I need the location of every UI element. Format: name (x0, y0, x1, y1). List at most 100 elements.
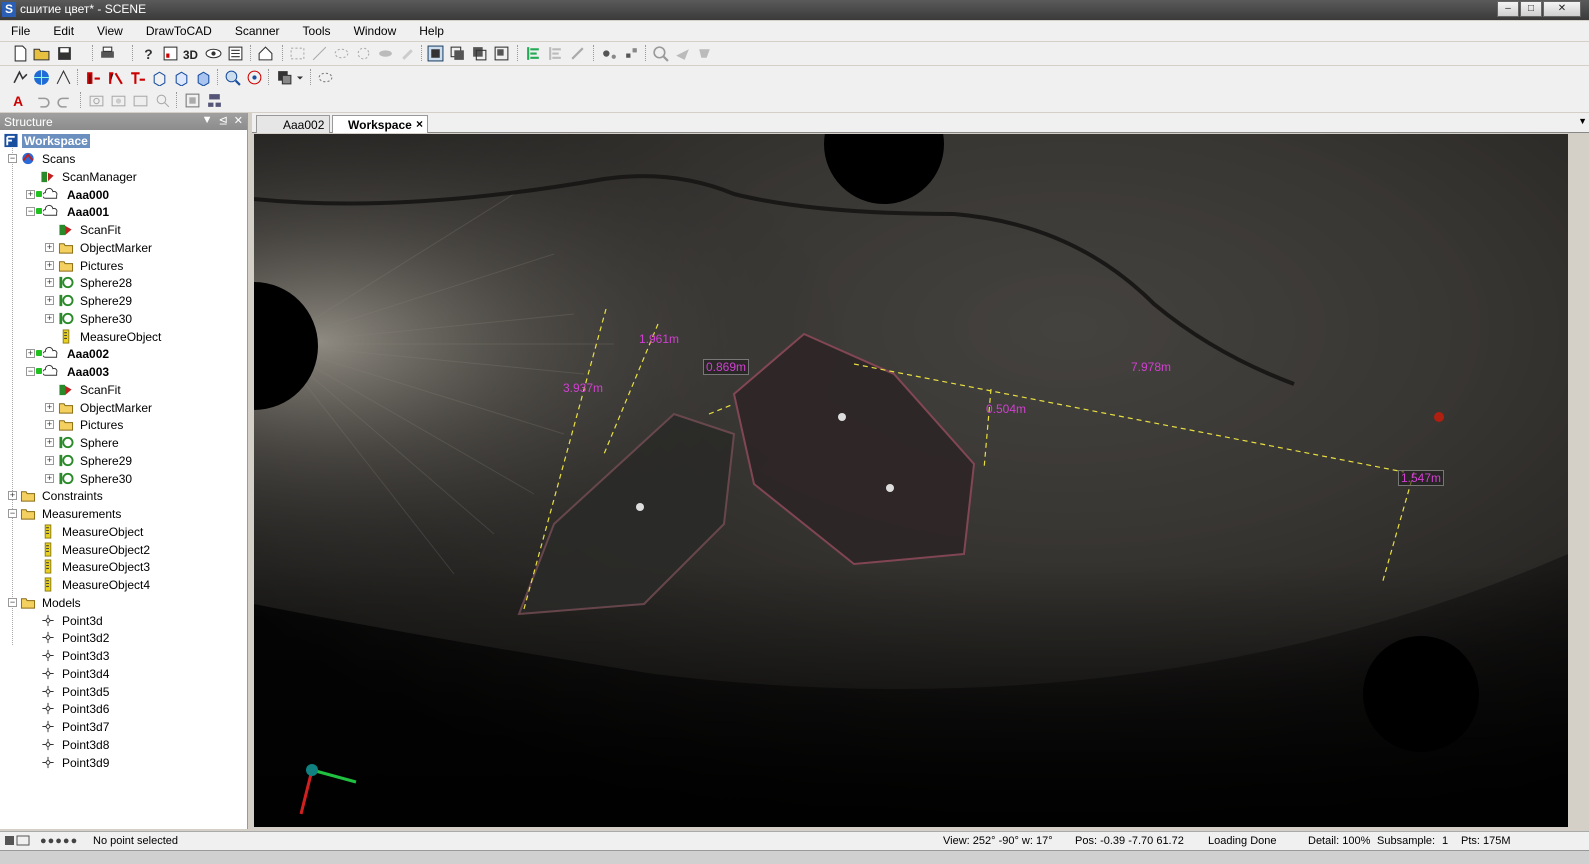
tree-root-workspace[interactable]: Workspace (0, 132, 248, 150)
tree-item-scans[interactable]: − Scans (0, 150, 248, 168)
globe-icon[interactable] (33, 69, 50, 86)
tree-item-point3d4[interactable]: Point3d4 (0, 665, 248, 683)
view-single-icon[interactable] (427, 45, 444, 62)
tree-item-measurements[interactable]: − Measurements (0, 505, 248, 523)
view-tile-icon[interactable] (493, 45, 510, 62)
view-overlap-icon[interactable] (449, 45, 466, 62)
menu-help[interactable]: Help (408, 21, 456, 41)
expand-icon[interactable]: + (45, 402, 54, 412)
tree-item-point3d9[interactable]: Point3d9 (0, 754, 248, 772)
3d-viewport[interactable]: 1.961m 3.937m 0.869m 7.978m 0.504m 1.547… (254, 134, 1568, 827)
collapse-icon[interactable]: − (26, 367, 35, 376)
tree-item-measureobject[interactable]: MeasureObject (0, 523, 248, 541)
tree-item-aaa003[interactable]: − Aaa003 (0, 363, 248, 381)
tree-item-objectmarker[interactable]: + ObjectMarker (0, 399, 248, 417)
menu-scanner[interactable]: Scanner (224, 21, 292, 41)
tree-item-aaa000[interactable]: + Aaa000 (0, 186, 248, 204)
points-group-icon[interactable] (623, 45, 640, 62)
tree-item-point3d[interactable]: Point3d (0, 612, 248, 630)
3d-view-icon[interactable]: 3D (183, 45, 200, 62)
tree-item-aaa002[interactable]: + Aaa002 (0, 345, 248, 363)
expand-icon[interactable]: + (45, 438, 54, 447)
undo-icon[interactable] (34, 92, 51, 109)
tree-item-scanfit[interactable]: ScanFit (0, 221, 248, 239)
tree-item-sphere30[interactable]: + Sphere30 (0, 470, 248, 488)
tree-item-sphere28[interactable]: + Sphere28 (0, 274, 248, 292)
menu-tools[interactable]: Tools (292, 21, 343, 41)
frame-icon[interactable] (184, 92, 201, 109)
zoom-icon[interactable] (652, 45, 669, 62)
snapshot-2-icon[interactable] (110, 92, 127, 109)
expand-icon[interactable]: + (45, 260, 54, 270)
expand-icon[interactable]: + (45, 242, 54, 252)
tree-item-objectmarker[interactable]: + ObjectMarker (0, 239, 248, 257)
point-cloud-render[interactable] (254, 134, 1568, 827)
sweep-icon[interactable] (55, 69, 72, 86)
menu-view[interactable]: View (86, 21, 135, 41)
select-rect-icon[interactable] (289, 45, 306, 62)
snapshot-zoom-icon[interactable] (154, 92, 171, 109)
place-scan-2-icon[interactable] (107, 69, 124, 86)
collapse-icon[interactable]: − (26, 207, 35, 217)
menu-window[interactable]: Window (343, 21, 409, 41)
list-icon[interactable] (227, 45, 244, 62)
expand-icon[interactable]: + (45, 420, 54, 430)
expand-icon[interactable]: + (45, 296, 54, 305)
collapse-icon[interactable]: − (8, 509, 17, 518)
tree-item-point3d3[interactable]: Point3d3 (0, 647, 248, 665)
tab-close-icon[interactable]: × (416, 117, 423, 131)
tree-item-sphere30[interactable]: + Sphere30 (0, 310, 248, 328)
tabs-overflow-icon[interactable]: ▼ (1578, 116, 1587, 126)
lasso-icon[interactable] (317, 69, 334, 86)
expand-icon[interactable]: + (26, 349, 35, 359)
tree-item-scanfit[interactable]: ScanFit (0, 381, 248, 399)
layers-icon[interactable] (276, 69, 293, 86)
tree-item-measureobject2[interactable]: MeasureObject2 (0, 541, 248, 559)
menu-edit[interactable]: Edit (42, 21, 86, 41)
expand-icon[interactable]: + (45, 473, 54, 483)
report-icon[interactable] (162, 45, 179, 62)
tree-item-point3d5[interactable]: Point3d5 (0, 683, 248, 701)
select-line-icon[interactable] (311, 45, 328, 62)
tree-item-pictures[interactable]: + Pictures (0, 257, 248, 275)
tree-item-scanmanager[interactable]: ScanManager (0, 168, 248, 186)
expand-icon[interactable]: + (45, 278, 54, 288)
minimize-button[interactable]: – (1497, 1, 1519, 17)
tab-workspace[interactable]: Workspace × (332, 115, 428, 133)
tree-item-aaa001[interactable]: − Aaa001 (0, 203, 248, 221)
snapshot-3-icon[interactable] (132, 92, 149, 109)
pen-icon[interactable] (569, 45, 586, 62)
select-brush-icon[interactable] (399, 45, 416, 62)
menu-drawtocad[interactable]: DrawToCAD (135, 21, 224, 41)
tree-item-point3d7[interactable]: Point3d7 (0, 718, 248, 736)
tab-aaa002[interactable]: Aaa002 (256, 115, 330, 133)
redo-icon[interactable] (56, 92, 73, 109)
clipping-icon[interactable] (246, 69, 263, 86)
tree-item-point3d6[interactable]: Point3d6 (0, 700, 248, 718)
points-icon[interactable] (601, 45, 618, 62)
tree-item-models[interactable]: − Models (0, 594, 248, 612)
tree-item-point3d2[interactable]: Point3d2 (0, 629, 248, 647)
open-folder-icon[interactable] (33, 45, 50, 62)
collapse-icon[interactable]: − (8, 597, 17, 607)
panel-close-icon[interactable]: ✕ (234, 114, 243, 127)
tree-item-sphere29[interactable]: + Sphere29 (0, 292, 248, 310)
zoom-extents-icon[interactable] (224, 69, 241, 86)
cube-icon[interactable] (151, 69, 168, 86)
text-annotation-icon[interactable]: A (12, 92, 29, 109)
expand-icon[interactable]: + (8, 491, 17, 501)
tree-item-measureobject4[interactable]: MeasureObject4 (0, 576, 248, 594)
close-window-button[interactable]: ✕ (1543, 1, 1581, 17)
select-circle-icon[interactable] (355, 45, 372, 62)
select-poly-icon[interactable] (333, 45, 350, 62)
tree-item-constraints[interactable]: + Constraints (0, 487, 248, 505)
save-icon[interactable] (56, 45, 73, 62)
tree-item-point3d8[interactable]: Point3d8 (0, 736, 248, 754)
maximize-button[interactable]: □ (1520, 1, 1542, 17)
cube-2-icon[interactable] (173, 69, 190, 86)
place-scan-3-icon[interactable] (129, 69, 146, 86)
select-ellipse-icon[interactable] (377, 45, 394, 62)
tree-item-measureobject[interactable]: MeasureObject (0, 328, 248, 346)
expand-icon[interactable]: + (45, 455, 54, 465)
measurement-label-3[interactable]: 0.869m (703, 359, 750, 375)
